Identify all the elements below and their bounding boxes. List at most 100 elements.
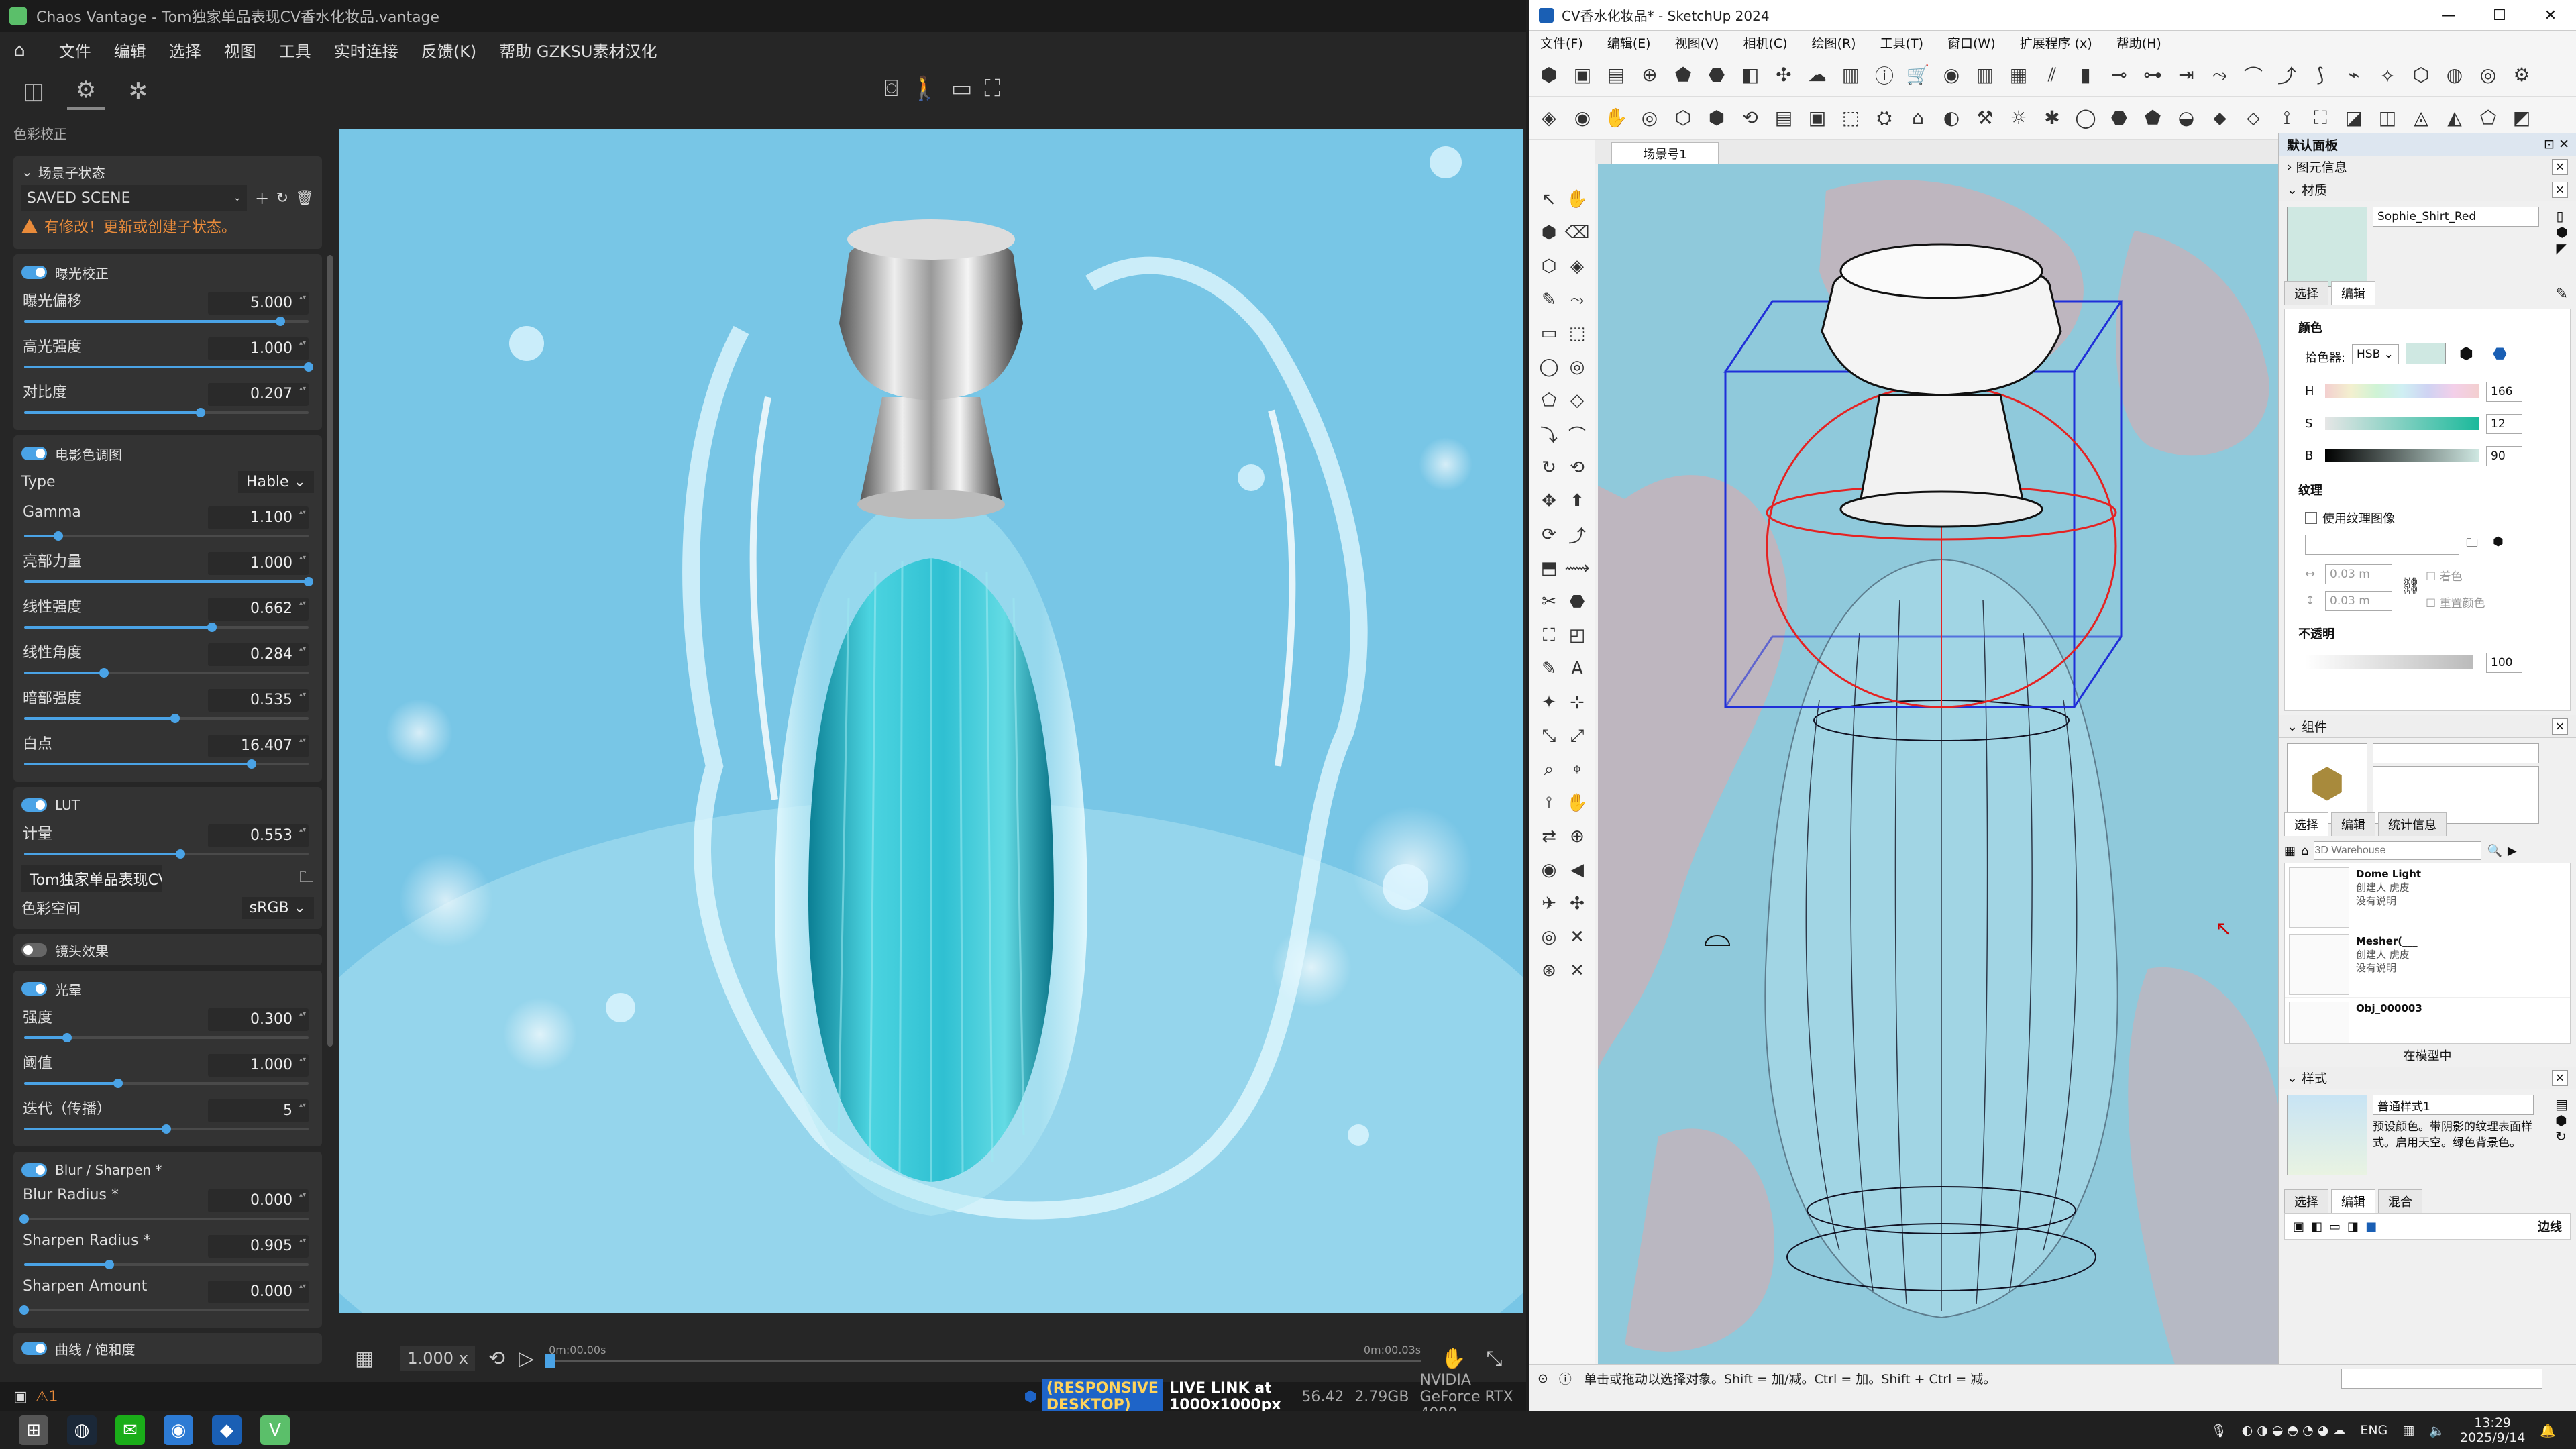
background-settings-icon[interactable]: ▭ xyxy=(2329,1220,2341,1234)
slider-knob[interactable] xyxy=(53,531,63,541)
left-tool-icon-0[interactable]: ↖ xyxy=(1535,185,1563,213)
param-value-field[interactable]: 1.000 xyxy=(208,1054,309,1077)
left-tool-icon-35[interactable]: ⌖ xyxy=(1563,755,1591,784)
component-item[interactable]: Mesher(___ 创建人 虎皮 没有说明 xyxy=(2285,930,2570,998)
tb1-tool-icon-14[interactable]: ▦ xyxy=(2004,61,2033,89)
param-value-field[interactable]: 0.905 xyxy=(208,1235,309,1258)
materials-section[interactable]: ⌄ 材质 × xyxy=(2279,178,2576,201)
tray-pin-icon[interactable]: ⊡ ✕ xyxy=(2544,137,2569,152)
left-tool-icon-2[interactable]: ⬢ xyxy=(1535,219,1563,247)
menu-feedback[interactable]: 反馈(K) xyxy=(421,38,476,62)
face-settings-icon[interactable]: ◧ xyxy=(2311,1220,2322,1234)
texture-width[interactable]: 0.03 m xyxy=(2325,564,2392,584)
comp-tab-select[interactable]: 选择 xyxy=(2284,812,2328,836)
home-icon[interactable]: ⌂ xyxy=(13,39,25,61)
left-tool-icon-30[interactable]: ✦ xyxy=(1535,688,1563,716)
left-tool-icon-26[interactable]: ⛶ xyxy=(1535,621,1563,649)
slider-knob[interactable] xyxy=(99,668,109,678)
tb1-tool-icon-29[interactable]: ⚙ xyxy=(2508,61,2536,89)
browse-texture-icon[interactable]: 🗀 xyxy=(2466,535,2478,555)
tb1-tool-icon-28[interactable]: ◎ xyxy=(2474,61,2502,89)
tb1-tool-icon-18[interactable]: ⊶ xyxy=(2139,61,2167,89)
search-icon[interactable]: 🔍 xyxy=(2487,844,2502,858)
sketchup-task-icon[interactable]: ◆ xyxy=(212,1415,241,1445)
curves-toggle[interactable] xyxy=(21,1342,47,1355)
param-slider[interactable] xyxy=(24,1124,309,1134)
left-tool-icon-42[interactable]: ✈ xyxy=(1535,890,1563,918)
menu-select[interactable]: 选择 xyxy=(169,38,201,62)
components-section[interactable]: ⌄ 组件 × xyxy=(2279,715,2576,738)
clock[interactable]: 13:29 2025/9/14 xyxy=(2460,1415,2525,1445)
left-tool-icon-38[interactable]: ⇄ xyxy=(1535,822,1563,851)
param-slider[interactable] xyxy=(24,1079,309,1088)
left-tool-icon-21[interactable]: ⤴ xyxy=(1563,521,1591,549)
eyedropper-icon[interactable]: ✎ xyxy=(2556,286,2568,303)
left-tool-icon-28[interactable]: ✎ xyxy=(1535,655,1563,683)
steam-icon[interactable]: ◍ xyxy=(67,1415,97,1445)
param-slider[interactable] xyxy=(19,1214,309,1224)
left-tool-icon-43[interactable]: ✣ xyxy=(1563,890,1591,918)
param-slider[interactable] xyxy=(24,531,309,541)
left-tool-icon-15[interactable]: ⌒ xyxy=(1563,420,1591,448)
browser-icon[interactable]: ◉ xyxy=(164,1415,193,1445)
param-value-field[interactable]: 0.284 xyxy=(208,643,309,666)
watermark-settings-icon[interactable]: ◨ xyxy=(2347,1220,2359,1234)
close-icon[interactable]: × xyxy=(2552,181,2568,198)
tb2-tool-icon-13[interactable]: ⚒ xyxy=(1971,104,1999,132)
lut-file-field[interactable]: Tom独家单品表现CV xyxy=(21,865,162,892)
material-name-field[interactable]: Sophie_Shirt_Red xyxy=(2373,207,2539,227)
volume-icon[interactable]: 🔈 xyxy=(2429,1423,2445,1438)
use-texture-checkbox[interactable]: 使用纹理图像 xyxy=(2305,509,2395,527)
left-tool-icon-31[interactable]: ⊹ xyxy=(1563,688,1591,716)
screen-icon[interactable]: ▭ xyxy=(951,75,972,102)
b-slider[interactable] xyxy=(2325,449,2479,462)
colorspace-select[interactable]: sRGB ⌄ xyxy=(241,896,314,919)
tb2-tool-icon-28[interactable]: ⬠ xyxy=(2474,104,2502,132)
param-slider[interactable] xyxy=(24,759,309,769)
h-input[interactable]: 166 xyxy=(2486,382,2522,402)
component-item[interactable]: Obj_000003 xyxy=(2285,998,2570,1043)
app-tray-icons[interactable]: ◐ ◑ ◒ ◓ ◔ ◕ ☁ xyxy=(2242,1423,2346,1438)
comp-tab-stats[interactable]: 统计信息 xyxy=(2378,812,2447,836)
modeling-settings-icon[interactable]: ■ xyxy=(2365,1220,2377,1234)
su-menu-camera[interactable]: 相机(C) xyxy=(1743,34,1787,52)
left-tool-icon-18[interactable]: ✥ xyxy=(1535,487,1563,515)
param-value-field[interactable]: 0.535 xyxy=(208,689,309,712)
model-viewport[interactable]: ↖ xyxy=(1598,164,2286,1364)
tb2-tool-icon-9[interactable]: ⬚ xyxy=(1837,104,1865,132)
b-input[interactable]: 90 xyxy=(2486,446,2522,466)
slider-knob[interactable] xyxy=(113,1079,123,1088)
tb1-tool-icon-22[interactable]: ⤴ xyxy=(2273,61,2301,89)
home-icon[interactable]: ⌂ xyxy=(2301,844,2308,858)
param-slider[interactable] xyxy=(24,362,313,372)
render-viewport[interactable] xyxy=(339,129,1523,1313)
tb2-tool-icon-20[interactable]: ⬥ xyxy=(2206,104,2234,132)
sample-color-icon[interactable]: ⬣ xyxy=(2493,344,2507,363)
geo-location-icon[interactable]: ⊙ xyxy=(1538,1371,1548,1386)
left-tool-icon-10[interactable]: ◯ xyxy=(1535,353,1563,381)
view-options-icon[interactable]: ▦ xyxy=(2284,844,2296,858)
left-tool-icon-25[interactable]: ⬣ xyxy=(1563,588,1591,616)
slider-knob[interactable] xyxy=(162,1124,171,1134)
left-tool-icon-47[interactable]: ✕ xyxy=(1563,957,1591,985)
tb2-tool-icon-22[interactable]: ⟟ xyxy=(2273,104,2301,132)
tonemap-toggle[interactable] xyxy=(21,447,47,460)
warning-count[interactable]: ⚠1 xyxy=(36,1389,58,1405)
param-slider[interactable] xyxy=(24,1033,309,1042)
panel-icon[interactable]: ▣ xyxy=(13,1389,28,1405)
camera-settings-tab[interactable]: ◫ xyxy=(15,72,52,110)
left-tool-icon-39[interactable]: ⊕ xyxy=(1563,822,1591,851)
slider-knob[interactable] xyxy=(19,1214,29,1224)
measurements-box[interactable] xyxy=(2341,1368,2542,1389)
param-value-field[interactable]: 0.300 xyxy=(208,1008,309,1031)
left-tool-icon-24[interactable]: ✂ xyxy=(1535,588,1563,616)
tb2-tool-icon-29[interactable]: ◩ xyxy=(2508,104,2536,132)
left-tool-icon-6[interactable]: ✎ xyxy=(1535,286,1563,314)
component-name-field[interactable] xyxy=(2373,743,2539,763)
param-value-field[interactable]: 0.662 xyxy=(208,598,309,621)
mic-icon[interactable]: 🎙 xyxy=(2210,1423,2226,1438)
slider-knob[interactable] xyxy=(62,1033,72,1042)
tb2-tool-icon-0[interactable]: ◈ xyxy=(1535,104,1563,132)
slider-knob[interactable] xyxy=(19,1305,29,1315)
su-menu-help[interactable]: 帮助(H) xyxy=(2116,34,2161,52)
